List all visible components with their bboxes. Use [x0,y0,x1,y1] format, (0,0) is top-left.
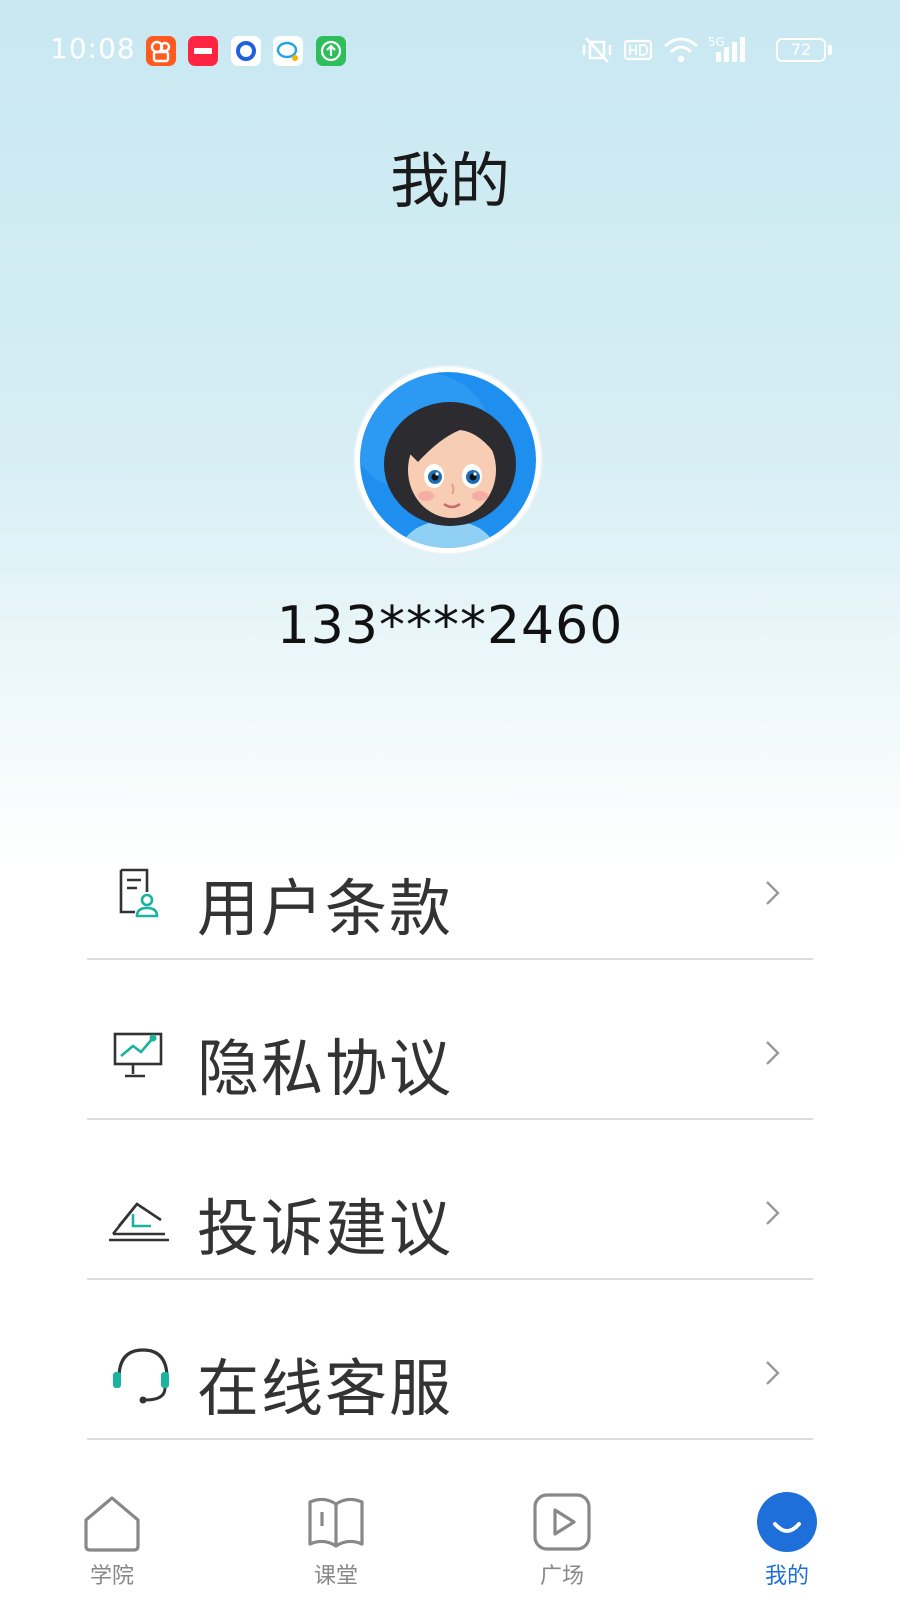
page-title: 我的 [390,147,510,217]
bottom-nav: 学院 课堂 广场 我的 [0,1458,900,1600]
screen: 10:08 5G 72 我的 133****2460 用户条款 隐私协议 投诉建… [0,0,900,1600]
privacy-chart-icon [113,1032,163,1078]
menu-item-label: 用户条款 [197,872,454,945]
xiaohongshu-app-icon [188,36,218,66]
menu-list: 用户条款 隐私协议 投诉建议 在线客服 [87,800,813,1440]
menu-item-customer-service[interactable]: 在线客服 [87,1280,813,1440]
home-icon [84,1496,140,1552]
app-circle-icon [231,36,261,66]
status-time: 10:08 [50,32,136,65]
menu-item-label: 在线客服 [197,1352,454,1425]
chevron-right-icon [766,881,780,905]
avatar[interactable] [355,367,541,553]
battery-tip [828,45,832,55]
network-type: 5G [708,35,725,49]
book-icon [308,1497,364,1548]
nav-item-square[interactable]: 广场 [482,1458,642,1600]
feedback-envelope-icon [109,1202,169,1242]
nav-label: 课堂 [313,1564,358,1589]
nav-item-classroom[interactable]: 课堂 [256,1458,416,1600]
kuaishou-app-icon [146,36,176,66]
nav-label: 广场 [539,1564,584,1589]
hd-icon [624,39,652,61]
nav-item-college[interactable]: 学院 [32,1458,192,1600]
avatar-illustration [360,372,536,548]
smile-icon [757,1492,817,1552]
headset-icon [113,1348,169,1404]
chevron-right-icon [766,1201,780,1225]
chevron-right-icon [766,1041,780,1065]
chat-app-icon [273,36,303,66]
menu-item-label: 投诉建议 [197,1192,454,1265]
wifi-icon [664,37,698,63]
menu-item-feedback[interactable]: 投诉建议 [87,1120,813,1280]
play-icon [533,1493,591,1551]
chevron-right-icon [766,1361,780,1385]
mute-vibrate-icon [582,37,612,63]
user-phone: 133****2460 [276,596,624,656]
nav-item-mine[interactable]: 我的 [707,1458,867,1600]
signal-icon: 5G [708,35,745,62]
upload-app-icon [316,36,346,66]
menu-item-privacy[interactable]: 隐私协议 [87,960,813,1120]
nav-label: 我的 [764,1564,809,1589]
status-bar: 10:08 5G 72 [0,0,900,100]
nav-label: 学院 [89,1564,134,1589]
menu-item-label: 隐私协议 [197,1032,454,1105]
user-terms-icon [119,868,159,918]
battery-icon: 72 [776,38,826,62]
menu-item-user-terms[interactable]: 用户条款 [87,800,813,960]
